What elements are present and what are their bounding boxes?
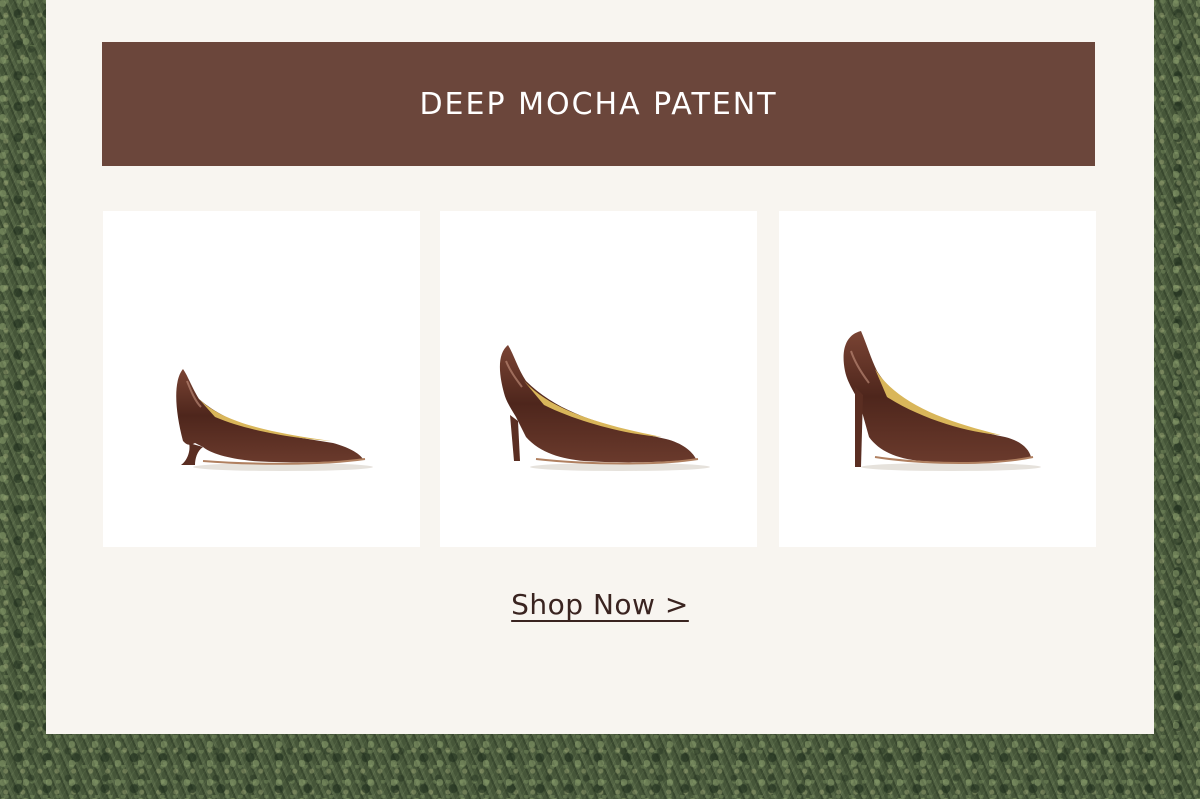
- product-tile-mid-heel[interactable]: [440, 211, 757, 547]
- shop-now-container: Shop Now >: [46, 588, 1154, 621]
- high-heel-pump-icon: [843, 331, 1041, 471]
- product-tile-kitten-heel[interactable]: [103, 211, 420, 547]
- title-banner: DEEP MOCHA PATENT: [102, 42, 1095, 166]
- banner-title: DEEP MOCHA PATENT: [419, 86, 778, 122]
- product-card: DEEP MOCHA PATENT Shop Now >: [46, 0, 1154, 734]
- mid-heel-pump-icon: [499, 345, 710, 471]
- product-tile-high-heel[interactable]: [779, 211, 1096, 547]
- kitten-heel-pump-icon: [176, 369, 373, 471]
- shop-now-link[interactable]: Shop Now >: [511, 588, 689, 621]
